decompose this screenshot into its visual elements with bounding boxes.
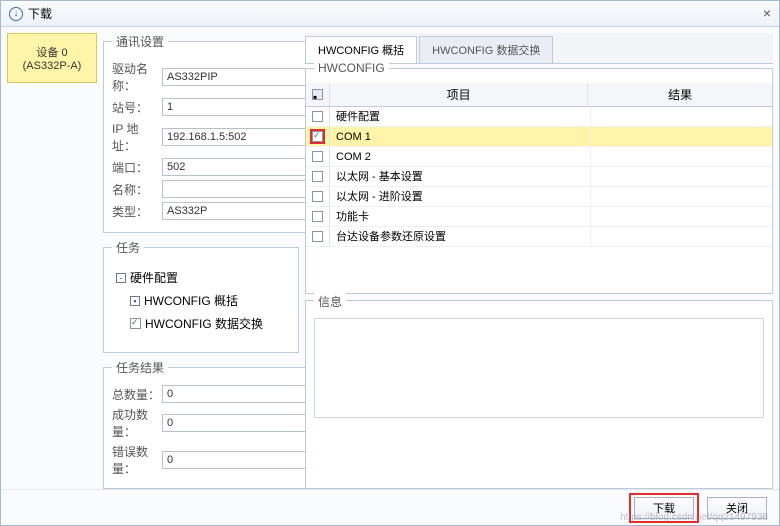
row-checkbox[interactable] (312, 111, 323, 122)
row-item-label: COM 2 (330, 147, 591, 166)
tree-child-2-label: HWCONFIG 数据交换 (145, 315, 263, 332)
row-checkbox[interactable] (312, 171, 323, 182)
hwconfig-legend: HWCONFIG (314, 61, 389, 75)
row-result (591, 227, 772, 246)
table-row[interactable]: 以太网 - 基本设置 (306, 167, 772, 187)
row-checkbox[interactable] (312, 231, 323, 242)
row-item-label: 台达设备参数还原设置 (330, 227, 591, 246)
messages-group: 信息 (305, 300, 773, 489)
row-item-label: 以太网 - 基本设置 (330, 167, 591, 186)
tree-root[interactable]: - 硬件配置 (114, 266, 288, 289)
messages-area (314, 318, 764, 418)
tree-child-1-label: HWCONFIG 概括 (144, 292, 238, 309)
table-row[interactable]: 硬件配置 (306, 107, 772, 127)
tree-child-2[interactable]: HWCONFIG 数据交换 (128, 312, 288, 335)
row-item-label: 硬件配置 (330, 107, 591, 126)
window-title: 下载 (28, 5, 52, 22)
row-checkbox[interactable] (312, 131, 323, 142)
tasks-legend: 任务 (112, 239, 144, 256)
row-item-label: 以太网 - 进阶设置 (330, 187, 591, 206)
error-label: 错误数量： (112, 443, 162, 477)
ip-label: IP 地址： (112, 120, 162, 154)
type-label: 类型： (112, 203, 162, 220)
table-row[interactable]: COM 2 (306, 147, 772, 167)
close-icon[interactable]: × (763, 5, 771, 21)
total-label: 总数量： (112, 386, 162, 403)
tree-child-1[interactable]: ▪ HWCONFIG 概括 (128, 289, 288, 312)
table-row[interactable]: 以太网 - 进阶设置 (306, 187, 772, 207)
comm-settings-group: 通讯设置 驱动名称： 站号： IP 地址： 端口： 名称： 类型： (103, 33, 323, 233)
row-result (591, 127, 772, 146)
tab-hwconfig-summary[interactable]: HWCONFIG 概括 (305, 36, 417, 63)
row-result (591, 147, 772, 166)
footer: 下载 关闭 (1, 489, 779, 525)
checkbox-icon[interactable] (130, 318, 141, 329)
download-button[interactable]: 下载 (634, 497, 694, 519)
download-icon: ↓ (9, 7, 23, 21)
error-output (162, 451, 314, 469)
collapse-icon[interactable]: - (116, 273, 126, 283)
station-input[interactable] (162, 98, 314, 116)
tasks-group: 任务 - 硬件配置 ▪ HWCONFIG 概括 HWCONFIG 数据交换 (103, 239, 299, 353)
ip-input[interactable] (162, 128, 314, 146)
row-result (591, 187, 772, 206)
type-input[interactable] (162, 202, 314, 220)
name-input[interactable] (162, 180, 314, 198)
success-output (162, 414, 314, 432)
tab-hwconfig-exchange[interactable]: HWCONFIG 数据交换 (419, 36, 553, 63)
close-button[interactable]: 关闭 (707, 497, 767, 519)
messages-legend: 信息 (314, 293, 346, 310)
bullet-icon: ▪ (130, 296, 140, 306)
row-result (591, 207, 772, 226)
row-item-label: 功能卡 (330, 207, 591, 226)
driver-input[interactable] (162, 68, 314, 86)
row-checkbox[interactable] (312, 151, 323, 162)
grid-header: ▪ 项目 结果 (306, 83, 772, 107)
col-result-header: 结果 (588, 84, 772, 106)
task-results-group: 任务结果 总数量： 成功数量： 错误数量： (103, 359, 323, 489)
driver-label: 驱动名称： (112, 60, 162, 94)
titlebar: ↓ 下载 × (1, 1, 779, 27)
row-checkbox[interactable] (312, 211, 323, 222)
total-output (162, 385, 314, 403)
table-row[interactable]: 台达设备参数还原设置 (306, 227, 772, 247)
row-result (591, 107, 772, 126)
station-label: 站号： (112, 99, 162, 116)
table-row[interactable]: COM 1 (306, 127, 772, 147)
tabs: HWCONFIG 概括 HWCONFIG 数据交换 (305, 33, 773, 64)
col-item-header: 项目 (330, 84, 588, 106)
row-checkbox[interactable] (312, 191, 323, 202)
table-row[interactable]: 功能卡 (306, 207, 772, 227)
task-results-legend: 任务结果 (112, 359, 168, 376)
download-button-highlight: 下载 (629, 493, 699, 523)
device-item[interactable]: 设备 0 (AS332P-A) (7, 33, 97, 83)
row-item-label: COM 1 (330, 127, 591, 146)
comm-legend: 通讯设置 (112, 33, 168, 50)
name-label: 名称： (112, 181, 162, 198)
port-input[interactable] (162, 158, 314, 176)
port-label: 端口： (112, 159, 162, 176)
success-label: 成功数量： (112, 406, 162, 440)
header-checkbox[interactable]: ▪ (312, 89, 323, 100)
row-result (591, 167, 772, 186)
tree-root-label: 硬件配置 (130, 269, 178, 286)
hwconfig-group: HWCONFIG ▪ 项目 结果 硬件配置COM 1COM 2以太网 - 基本设… (305, 68, 773, 294)
